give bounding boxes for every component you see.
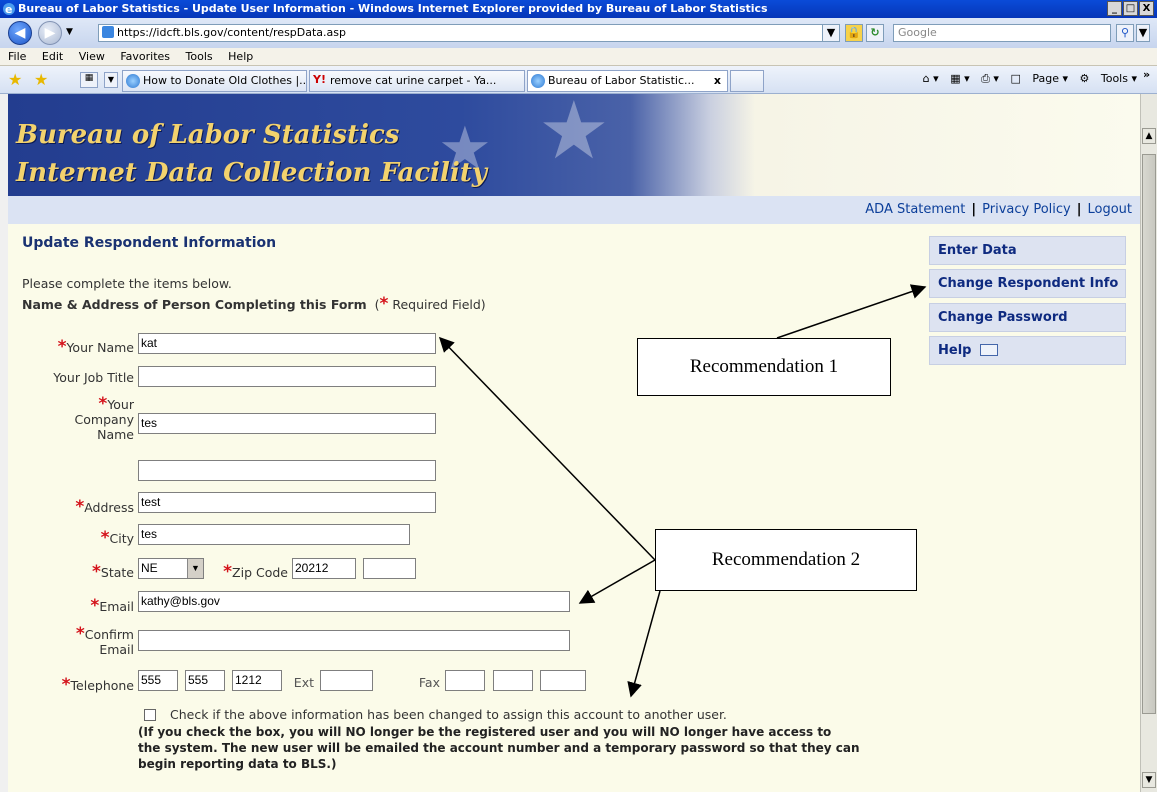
scroll-up-icon[interactable]: ▲ [1142, 128, 1156, 144]
scroll-thumb[interactable] [1142, 154, 1156, 714]
annotation-arrows [438, 284, 927, 698]
scroll-down-icon[interactable]: ▼ [1142, 772, 1156, 788]
page-scrollbar[interactable]: ▲ ▼ [1140, 94, 1157, 792]
arrow-to-change-respondent-info [776, 284, 927, 339]
arrow-to-email-field [578, 559, 656, 604]
arrow-to-name-field [438, 336, 656, 561]
arrow-to-checkbox [627, 590, 661, 698]
